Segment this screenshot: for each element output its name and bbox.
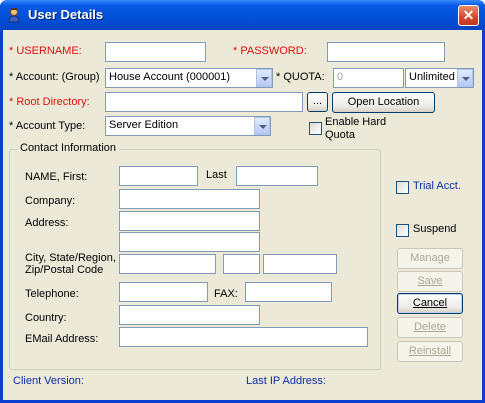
username-field[interactable] [105, 42, 206, 62]
account-group-value: House Account (000001) [109, 71, 231, 83]
username-label: * USERNAME: [9, 45, 82, 57]
save-button-label: Save [417, 275, 443, 287]
account-type-select[interactable]: Server Edition [105, 116, 271, 136]
app-icon [8, 8, 20, 23]
address-line-2-field[interactable] [119, 232, 260, 252]
quota-field[interactable]: 0 [333, 68, 404, 88]
enable-hard-quota-label-2: Quota [325, 129, 355, 141]
suspend-checkbox[interactable] [396, 224, 409, 237]
root-directory-field[interactable] [105, 92, 303, 112]
trial-acct-label: Trial Acct. [413, 180, 461, 192]
delete-button[interactable]: Delete [397, 317, 463, 338]
zip-field[interactable] [263, 254, 337, 274]
last-name-field[interactable] [236, 166, 318, 186]
email-label: EMail Address: [25, 333, 99, 345]
reinstall-button[interactable]: Reinstall [397, 341, 463, 362]
first-name-field[interactable] [119, 166, 198, 186]
trial-acct-checkbox[interactable] [396, 181, 409, 194]
last-ip-label: Last IP Address: [246, 375, 326, 387]
contact-information-title: Contact Information [17, 142, 119, 154]
telephone-label: Telephone: [25, 288, 79, 300]
quota-label: * QUOTA: [276, 71, 325, 83]
dialog-body: * USERNAME: * PASSWORD: * Account: (Grou… [3, 30, 482, 400]
telephone-field[interactable] [119, 282, 208, 302]
account-group-label: * Account: (Group) [9, 71, 100, 83]
manage-button[interactable]: Manage [397, 248, 463, 269]
close-icon[interactable]: ✕ [458, 5, 479, 26]
first-name-label: NAME, First: [25, 171, 88, 183]
country-field[interactable] [119, 305, 260, 325]
browse-button[interactable]: ... [307, 92, 328, 112]
enable-hard-quota-checkbox[interactable] [309, 122, 322, 135]
company-field[interactable] [119, 189, 260, 209]
city-label-1: City, State/Region, [25, 252, 116, 264]
reinstall-button-label: Reinstall [408, 345, 452, 357]
fax-label: FAX: [214, 288, 238, 300]
email-field[interactable] [119, 327, 368, 347]
open-location-button[interactable]: Open Location [332, 92, 435, 113]
cancel-button-label: Cancel [412, 297, 448, 309]
address-line-1-field[interactable] [119, 211, 260, 231]
quota-unit-select[interactable]: Unlimited [405, 68, 474, 88]
city-label-2: Zip/Postal Code [25, 264, 104, 276]
fax-field[interactable] [245, 282, 332, 302]
title-bar[interactable]: User Details ✕ [0, 0, 485, 30]
window-title: User Details [28, 7, 104, 22]
account-group-select[interactable]: House Account (000001) [105, 68, 273, 88]
root-directory-label: * Root Directory: [9, 96, 90, 108]
user-details-window: User Details ✕ * USERNAME: * PASSWORD: *… [0, 0, 485, 403]
company-label: Company: [25, 195, 76, 207]
client-version-label: Client Version: [13, 375, 84, 387]
last-name-label: Last [206, 169, 227, 181]
quota-unit-value: Unlimited [409, 71, 455, 83]
city-field[interactable] [119, 254, 216, 274]
suspend-label: Suspend [413, 223, 457, 235]
enable-hard-quota-label-1: Enable Hard [325, 116, 387, 128]
state-field[interactable] [223, 254, 260, 274]
delete-button-label: Delete [414, 321, 446, 333]
country-label: Country: [25, 312, 67, 324]
address-label: Address: [25, 217, 69, 229]
account-type-value: Server Edition [109, 119, 179, 131]
account-type-label: * Account Type: [9, 120, 86, 132]
password-label: * PASSWORD: [233, 45, 307, 57]
password-field[interactable] [327, 42, 445, 62]
save-button[interactable]: Save [397, 271, 463, 292]
chevron-down-icon[interactable] [457, 69, 473, 87]
cancel-button[interactable]: Cancel [397, 293, 463, 314]
chevron-down-icon[interactable] [256, 69, 272, 87]
chevron-down-icon[interactable] [254, 117, 270, 135]
